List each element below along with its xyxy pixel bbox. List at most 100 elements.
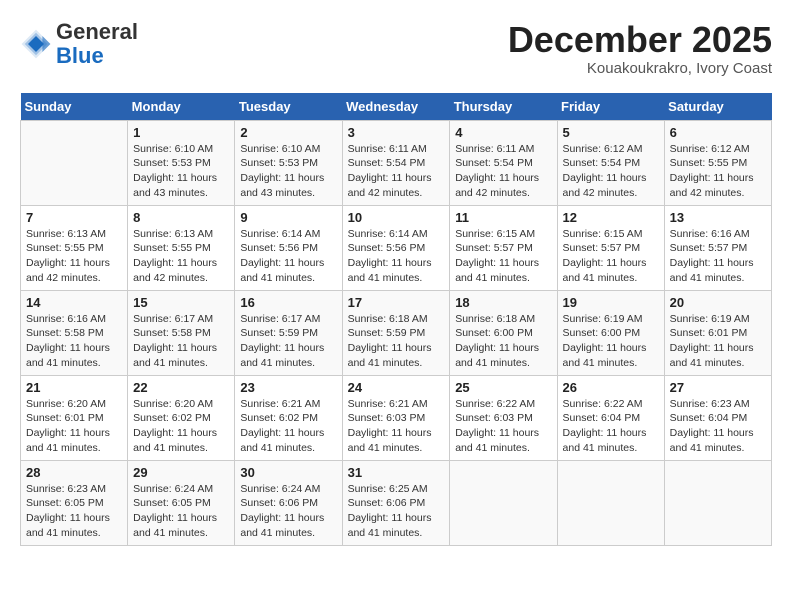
day-info: Sunrise: 6:11 AM Sunset: 5:54 PM Dayligh… bbox=[348, 142, 445, 201]
day-info: Sunrise: 6:25 AM Sunset: 6:06 PM Dayligh… bbox=[348, 482, 445, 541]
calendar-cell: 9 Sunrise: 6:14 AM Sunset: 5:56 PM Daylig… bbox=[235, 205, 342, 290]
calendar-cell: 30 Sunrise: 6:24 AM Sunset: 6:06 PM Dayli… bbox=[235, 460, 342, 545]
day-info: Sunrise: 6:14 AM Sunset: 5:56 PM Dayligh… bbox=[348, 227, 445, 286]
day-number: 12 bbox=[563, 210, 659, 225]
day-number: 7 bbox=[26, 210, 122, 225]
calendar-cell: 16 Sunrise: 6:17 AM Sunset: 5:59 PM Dayli… bbox=[235, 290, 342, 375]
day-number: 25 bbox=[455, 380, 551, 395]
day-number: 4 bbox=[455, 125, 551, 140]
day-info: Sunrise: 6:22 AM Sunset: 6:04 PM Dayligh… bbox=[563, 397, 659, 456]
calendar-cell: 24 Sunrise: 6:21 AM Sunset: 6:03 PM Dayli… bbox=[342, 375, 450, 460]
calendar-cell: 29 Sunrise: 6:24 AM Sunset: 6:05 PM Dayli… bbox=[128, 460, 235, 545]
day-number: 18 bbox=[455, 295, 551, 310]
calendar-cell: 21Sunrise: 6:20 AM Sunset: 6:01 PM Dayli… bbox=[21, 375, 128, 460]
calendar-cell: 22 Sunrise: 6:20 AM Sunset: 6:02 PM Dayli… bbox=[128, 375, 235, 460]
calendar-cell: 20Sunrise: 6:19 AM Sunset: 6:01 PM Dayli… bbox=[664, 290, 771, 375]
calendar-table: SundayMondayTuesdayWednesdayThursdayFrid… bbox=[20, 93, 772, 546]
day-info: Sunrise: 6:22 AM Sunset: 6:03 PM Dayligh… bbox=[455, 397, 551, 456]
calendar-cell: 5 Sunrise: 6:12 AM Sunset: 5:54 PM Daylig… bbox=[557, 120, 664, 205]
day-info: Sunrise: 6:15 AM Sunset: 5:57 PM Dayligh… bbox=[563, 227, 659, 286]
day-info: Sunrise: 6:17 AM Sunset: 5:58 PM Dayligh… bbox=[133, 312, 229, 371]
logo-general: General bbox=[56, 19, 138, 44]
calendar-cell: 31 Sunrise: 6:25 AM Sunset: 6:06 PM Dayli… bbox=[342, 460, 450, 545]
day-number: 16 bbox=[240, 295, 336, 310]
day-info: Sunrise: 6:13 AM Sunset: 5:55 PM Dayligh… bbox=[133, 227, 229, 286]
day-number: 5 bbox=[563, 125, 659, 140]
day-number: 31 bbox=[348, 465, 445, 480]
calendar-cell: 8 Sunrise: 6:13 AM Sunset: 5:55 PM Daylig… bbox=[128, 205, 235, 290]
day-number: 8 bbox=[133, 210, 229, 225]
day-number: 22 bbox=[133, 380, 229, 395]
day-info: Sunrise: 6:19 AM Sunset: 6:00 PM Dayligh… bbox=[563, 312, 659, 371]
calendar-cell: 6Sunrise: 6:12 AM Sunset: 5:55 PM Daylig… bbox=[664, 120, 771, 205]
day-number: 11 bbox=[455, 210, 551, 225]
location: Kouakoukrakro, Ivory Coast bbox=[508, 60, 772, 77]
day-info: Sunrise: 6:10 AM Sunset: 5:53 PM Dayligh… bbox=[133, 142, 229, 201]
day-info: Sunrise: 6:20 AM Sunset: 6:02 PM Dayligh… bbox=[133, 397, 229, 456]
calendar-cell: 15 Sunrise: 6:17 AM Sunset: 5:58 PM Dayli… bbox=[128, 290, 235, 375]
calendar-cell: 13 Sunrise: 6:16 AM Sunset: 5:57 PM Dayli… bbox=[664, 205, 771, 290]
weekday-header: Wednesday bbox=[342, 93, 450, 121]
day-info: Sunrise: 6:18 AM Sunset: 6:00 PM Dayligh… bbox=[455, 312, 551, 371]
calendar-cell: 2Sunrise: 6:10 AM Sunset: 5:53 PM Daylig… bbox=[235, 120, 342, 205]
day-number: 21 bbox=[26, 380, 122, 395]
day-number: 30 bbox=[240, 465, 336, 480]
title-block: December 2025 Kouakoukrakro, Ivory Coast bbox=[508, 20, 772, 77]
day-number: 6 bbox=[670, 125, 766, 140]
day-info: Sunrise: 6:17 AM Sunset: 5:59 PM Dayligh… bbox=[240, 312, 336, 371]
day-number: 26 bbox=[563, 380, 659, 395]
day-info: Sunrise: 6:11 AM Sunset: 5:54 PM Dayligh… bbox=[455, 142, 551, 201]
weekday-header: Monday bbox=[128, 93, 235, 121]
calendar-cell: 11 Sunrise: 6:15 AM Sunset: 5:57 PM Dayli… bbox=[450, 205, 557, 290]
calendar-cell: 4 Sunrise: 6:11 AM Sunset: 5:54 PM Daylig… bbox=[450, 120, 557, 205]
calendar-cell bbox=[450, 460, 557, 545]
calendar-week-row: 14Sunrise: 6:16 AM Sunset: 5:58 PM Dayli… bbox=[21, 290, 772, 375]
calendar-cell: 12 Sunrise: 6:15 AM Sunset: 5:57 PM Dayli… bbox=[557, 205, 664, 290]
calendar-cell: 26 Sunrise: 6:22 AM Sunset: 6:04 PM Dayli… bbox=[557, 375, 664, 460]
day-number: 1 bbox=[133, 125, 229, 140]
logo: General Blue bbox=[20, 20, 138, 68]
weekday-header: Thursday bbox=[450, 93, 557, 121]
calendar-cell: 28 Sunrise: 6:23 AM Sunset: 6:05 PM Dayli… bbox=[21, 460, 128, 545]
day-number: 29 bbox=[133, 465, 229, 480]
calendar-cell bbox=[21, 120, 128, 205]
calendar-cell bbox=[664, 460, 771, 545]
calendar-cell: 25 Sunrise: 6:22 AM Sunset: 6:03 PM Dayli… bbox=[450, 375, 557, 460]
day-info: Sunrise: 6:23 AM Sunset: 6:05 PM Dayligh… bbox=[26, 482, 122, 541]
day-number: 13 bbox=[670, 210, 766, 225]
calendar-cell bbox=[557, 460, 664, 545]
day-number: 9 bbox=[240, 210, 336, 225]
day-info: Sunrise: 6:24 AM Sunset: 6:05 PM Dayligh… bbox=[133, 482, 229, 541]
day-info: Sunrise: 6:12 AM Sunset: 5:54 PM Dayligh… bbox=[563, 142, 659, 201]
day-number: 3 bbox=[348, 125, 445, 140]
day-number: 27 bbox=[670, 380, 766, 395]
calendar-cell: 18 Sunrise: 6:18 AM Sunset: 6:00 PM Dayli… bbox=[450, 290, 557, 375]
day-number: 28 bbox=[26, 465, 122, 480]
calendar-week-row: 7 Sunrise: 6:13 AM Sunset: 5:55 PM Daylig… bbox=[21, 205, 772, 290]
day-info: Sunrise: 6:14 AM Sunset: 5:56 PM Dayligh… bbox=[240, 227, 336, 286]
weekday-header: Friday bbox=[557, 93, 664, 121]
calendar-cell: 1 Sunrise: 6:10 AM Sunset: 5:53 PM Daylig… bbox=[128, 120, 235, 205]
day-info: Sunrise: 6:18 AM Sunset: 5:59 PM Dayligh… bbox=[348, 312, 445, 371]
day-info: Sunrise: 6:10 AM Sunset: 5:53 PM Dayligh… bbox=[240, 142, 336, 201]
calendar-week-row: 1 Sunrise: 6:10 AM Sunset: 5:53 PM Daylig… bbox=[21, 120, 772, 205]
day-info: Sunrise: 6:23 AM Sunset: 6:04 PM Dayligh… bbox=[670, 397, 766, 456]
day-info: Sunrise: 6:24 AM Sunset: 6:06 PM Dayligh… bbox=[240, 482, 336, 541]
calendar-cell: 10Sunrise: 6:14 AM Sunset: 5:56 PM Dayli… bbox=[342, 205, 450, 290]
weekday-header: Sunday bbox=[21, 93, 128, 121]
logo-icon bbox=[20, 28, 52, 60]
day-number: 17 bbox=[348, 295, 445, 310]
day-info: Sunrise: 6:15 AM Sunset: 5:57 PM Dayligh… bbox=[455, 227, 551, 286]
calendar-week-row: 21Sunrise: 6:20 AM Sunset: 6:01 PM Dayli… bbox=[21, 375, 772, 460]
day-number: 20 bbox=[670, 295, 766, 310]
day-number: 24 bbox=[348, 380, 445, 395]
weekday-header: Saturday bbox=[664, 93, 771, 121]
calendar-cell: 17 Sunrise: 6:18 AM Sunset: 5:59 PM Dayli… bbox=[342, 290, 450, 375]
day-info: Sunrise: 6:16 AM Sunset: 5:58 PM Dayligh… bbox=[26, 312, 122, 371]
day-info: Sunrise: 6:16 AM Sunset: 5:57 PM Dayligh… bbox=[670, 227, 766, 286]
weekday-header-row: SundayMondayTuesdayWednesdayThursdayFrid… bbox=[21, 93, 772, 121]
calendar-cell: 19Sunrise: 6:19 AM Sunset: 6:00 PM Dayli… bbox=[557, 290, 664, 375]
day-number: 15 bbox=[133, 295, 229, 310]
day-info: Sunrise: 6:21 AM Sunset: 6:03 PM Dayligh… bbox=[348, 397, 445, 456]
day-info: Sunrise: 6:21 AM Sunset: 6:02 PM Dayligh… bbox=[240, 397, 336, 456]
